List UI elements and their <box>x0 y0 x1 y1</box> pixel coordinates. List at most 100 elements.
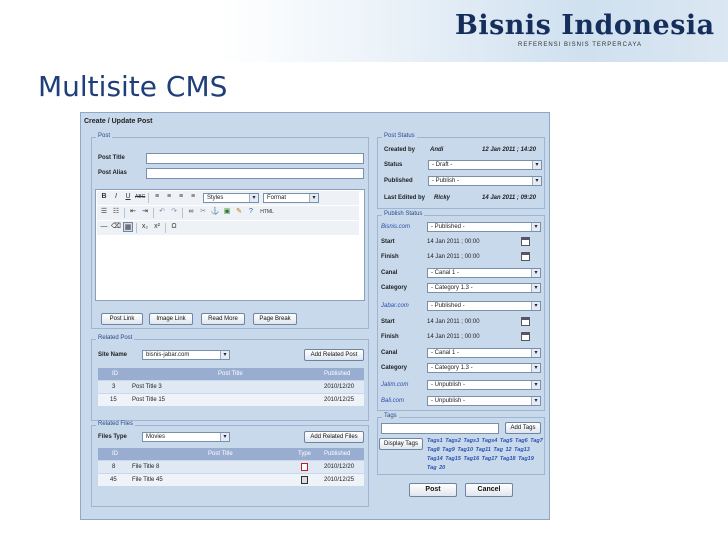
canal-select[interactable]: - Canal 1 - ▾ <box>427 268 541 278</box>
related-files-fieldset: Related Files Files Type Movies ▾ Add Rel… <box>91 421 369 507</box>
align-left-icon[interactable]: ≡ <box>152 192 162 202</box>
align-right-icon[interactable]: ≡ <box>176 192 186 202</box>
styles-select[interactable]: Styles ▾ <box>203 193 259 203</box>
site-jabar-status-select[interactable]: - Published - ▾ <box>427 301 541 311</box>
site-name-label: Site Name <box>98 352 128 358</box>
add-related-post-button[interactable]: Add Related Post <box>304 349 364 361</box>
calendar-icon[interactable] <box>521 237 530 246</box>
toolbar-divider <box>153 208 154 218</box>
col-id: ID <box>112 451 118 457</box>
anchor-icon[interactable]: ⚓ <box>210 207 220 217</box>
site-name-select[interactable]: bisnis-jabar.com ▾ <box>142 350 230 360</box>
published-select[interactable]: - Publish - ▾ <box>428 176 542 186</box>
slide-title: Multisite CMS <box>38 70 228 103</box>
format-select[interactable]: Format ▾ <box>263 193 319 203</box>
table-row[interactable]: 3 Post Title 3 2010/12/20 <box>98 381 364 393</box>
help-icon[interactable]: ? <box>246 207 256 217</box>
undo-icon[interactable]: ↶ <box>157 207 167 217</box>
chevron-down-icon: ▾ <box>531 269 540 277</box>
display-tags-button[interactable]: Display Tags <box>379 438 423 450</box>
site-jatim-status-select[interactable]: - Unpublish - ▾ <box>427 380 541 390</box>
align-center-icon[interactable]: ≡ <box>164 192 174 202</box>
calendar-icon[interactable] <box>521 332 530 341</box>
superscript-icon[interactable]: x² <box>152 222 162 232</box>
related-files-legend: Related Files <box>96 421 136 427</box>
col-id: ID <box>112 371 118 377</box>
related-post-legend: Related Post <box>96 335 135 341</box>
last-edited-at-value: 14 Jan 2011 ; 09:20 <box>482 195 536 201</box>
files-type-select[interactable]: Movies ▾ <box>142 432 230 442</box>
special-char-icon[interactable]: Ω <box>169 222 179 232</box>
tag-cloud[interactable]: Tags1 Tags2 Tags3 Tags4 Tag5 Tag6 Tag7 T… <box>427 437 545 473</box>
image-link-button[interactable]: Image Link <box>149 313 193 325</box>
pdf-file-icon <box>301 463 308 471</box>
canal-label: Canal <box>381 270 398 276</box>
italic-icon[interactable]: I <box>111 192 121 202</box>
site-name-value: bisnis-jabar.com <box>146 352 190 358</box>
start-value: 14 Jan 2011 ; 00:00 <box>427 319 480 325</box>
related-post-fieldset: Related Post Site Name bisnis-jabar.com ▾… <box>91 335 369 421</box>
canal-select-value: - Canal 1 - <box>431 350 460 356</box>
table-row[interactable]: 15 Post Title 15 2010/12/25 <box>98 394 364 406</box>
status-select[interactable]: - Draft - ▾ <box>428 160 542 170</box>
redo-icon[interactable]: ↷ <box>169 207 179 217</box>
add-related-files-button[interactable]: Add Related Files <box>304 431 364 443</box>
category-select[interactable]: - Category 1.3 - ▾ <box>427 283 541 293</box>
add-tags-button[interactable]: Add Tags <box>505 422 541 434</box>
visual-aid-icon[interactable]: ▦ <box>123 222 133 232</box>
table-row[interactable]: 45 File Title 45 2010/12/25 <box>98 474 364 486</box>
html-icon[interactable]: HTML <box>258 207 276 217</box>
editor-content-area[interactable] <box>97 236 363 300</box>
site-bali-status-value: - Unpublish - <box>431 398 466 404</box>
row-published: 2010/12/25 <box>324 477 355 483</box>
toolbar-row-3: — ⌫ ▦ x₂ x² Ω <box>97 221 359 235</box>
image-icon[interactable]: ▣ <box>222 207 232 217</box>
horizontal-rule-icon[interactable]: — <box>99 222 109 232</box>
site-bali-status-select[interactable]: - Unpublish - ▾ <box>427 396 541 406</box>
cancel-button[interactable]: Cancel <box>465 483 513 497</box>
table-row[interactable]: 8 File Title 8 2010/12/20 <box>98 461 364 473</box>
files-type-value: Movies <box>146 434 166 440</box>
unlink-icon[interactable]: ✂ <box>198 207 208 217</box>
remove-format-icon[interactable]: ⌫ <box>111 222 121 232</box>
numbered-list-icon[interactable]: ☷ <box>111 207 121 217</box>
site-jabar-status-value: - Published - <box>431 303 465 309</box>
start-label: Start <box>381 239 395 245</box>
start-label: Start <box>381 319 395 325</box>
cleanup-icon[interactable]: ✎ <box>234 207 244 217</box>
page-break-button[interactable]: Page Break <box>253 313 297 325</box>
tag-input[interactable] <box>381 423 499 434</box>
bold-icon[interactable]: B <box>99 192 109 202</box>
calendar-icon[interactable] <box>521 252 530 261</box>
post-link-button[interactable]: Post Link <box>101 313 143 325</box>
post-title-input[interactable] <box>146 153 364 164</box>
strikethrough-icon[interactable]: ABC <box>135 192 145 202</box>
calendar-icon[interactable] <box>521 317 530 326</box>
link-icon[interactable]: ∞ <box>186 207 196 217</box>
finish-label: Finish <box>381 334 399 340</box>
toolbar-row-1: B I U ABC ≡ ≡ ≡ ≡ Styles ▾ Format ▾ <box>97 191 359 205</box>
chevron-down-icon: ▾ <box>220 351 229 359</box>
post-legend: Post <box>96 133 113 139</box>
site-bali-label: Bali.com <box>381 398 405 404</box>
col-post-title: Post Title <box>218 371 243 377</box>
bullet-list-icon[interactable]: ☰ <box>99 207 109 217</box>
canal-select[interactable]: - Canal 1 - ▾ <box>427 348 541 358</box>
underline-icon[interactable]: U <box>123 192 133 202</box>
site-bisnis-status-select[interactable]: - Published - ▾ <box>427 222 541 232</box>
read-more-button[interactable]: Read More <box>201 313 245 325</box>
row-published: 2010/12/20 <box>324 464 355 470</box>
category-label: Category <box>381 365 408 371</box>
post-alias-input[interactable] <box>146 168 364 179</box>
indent-icon[interactable]: ⇥ <box>140 207 150 217</box>
site-jatim-label: Jatim.com <box>381 382 409 388</box>
subscript-icon[interactable]: x₂ <box>140 222 150 232</box>
chevron-down-icon: ▾ <box>531 223 540 231</box>
chevron-down-icon: ▾ <box>531 381 540 389</box>
category-select[interactable]: - Category 1.3 - ▾ <box>427 363 541 373</box>
doc-file-icon <box>301 476 308 484</box>
align-justify-icon[interactable]: ≡ <box>188 192 198 202</box>
outdent-icon[interactable]: ⇤ <box>128 207 138 217</box>
rich-text-editor[interactable]: B I U ABC ≡ ≡ ≡ ≡ Styles ▾ Format ▾ ☰ ☷ ⇤ … <box>95 189 365 301</box>
post-button[interactable]: Post <box>409 483 457 497</box>
